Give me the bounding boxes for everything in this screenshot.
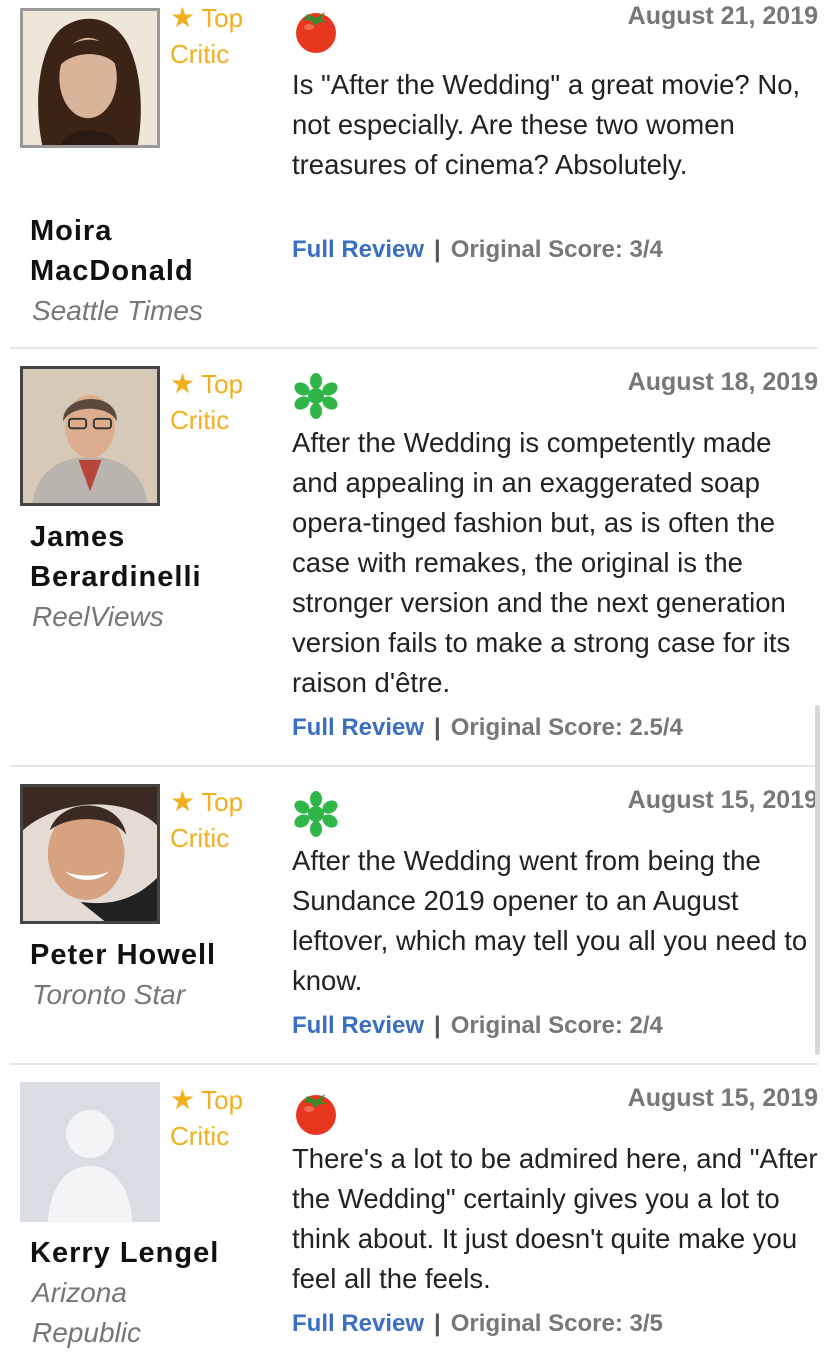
link-separator: | [434,1012,441,1039]
publication-name[interactable]: Seattle Times [32,291,203,331]
link-separator: | [434,714,441,741]
full-review-link[interactable]: Full Review [292,1310,424,1337]
full-review-link[interactable]: Full Review [292,714,424,741]
critic-avatar[interactable] [20,8,160,148]
review-quote: Is "After the Wedding" a great movie? No… [292,69,801,180]
original-score: Original Score: 2/4 [450,1012,663,1039]
publication-line: ReelViews [32,601,164,632]
publication-line: Seattle Times [32,295,203,326]
review-links: Full Review | Original Score: 3/4 [292,236,663,264]
review-divider [10,765,818,767]
link-separator: | [434,236,441,263]
critic-name[interactable]: Peter Howell [30,935,216,975]
critic-name-line: MacDonald [30,255,194,287]
publication-line: Toronto Star [32,979,186,1010]
full-review-link[interactable]: Full Review [292,236,424,263]
review-links: Full Review | Original Score: 3/5 [292,1310,663,1338]
critic-name-line: Peter Howell [30,939,217,971]
scrollbar[interactable] [815,705,820,1055]
review-quote: After the Wedding went from being the Su… [292,845,808,996]
critic-avatar[interactable] [20,784,160,924]
review-card: ★ Top Critic James Berardinelli ReelViews… [10,366,818,764]
top-critic-label: Critic [170,1121,230,1151]
publication-name[interactable]: Toronto Star [32,975,185,1015]
star-icon: ★ [170,368,196,399]
top-critic-badge: ★ Top Critic [170,1082,260,1154]
fresh-tomato-icon [296,12,336,53]
link-separator: | [434,1310,441,1337]
star-icon: ★ [170,2,196,33]
critic-name-line: James [30,521,126,553]
review-card: ★ Top Critic Kerry Lengel Arizona Republi… [10,1082,818,1361]
default-avatar-icon [20,1082,160,1222]
review-date: August 15, 2019 [627,786,818,814]
review-links: Full Review | Original Score: 2/4 [292,1012,663,1040]
rotten-splat-icon [294,373,338,419]
review-date: August 21, 2019 [627,2,818,30]
review-card: ★ Top Critic Moira MacDonald Seattle Time… [10,0,818,346]
publication-name[interactable]: Arizona Republic [32,1273,141,1353]
rotten-splat-icon [294,791,338,837]
review-card: ★ Top Critic Peter Howell Toronto Star Au… [10,784,818,1062]
original-score: Original Score: 2.5/4 [450,714,683,741]
top-critic-badge: ★ Top Critic [170,784,260,856]
review-divider [10,1063,818,1065]
critic-photo-icon [23,11,157,145]
top-critic-label: Critic [170,39,230,69]
critic-name[interactable]: Kerry Lengel [30,1233,219,1273]
review-links: Full Review | Original Score: 2.5/4 [292,714,683,742]
critic-name-line: Kerry Lengel [30,1237,220,1269]
top-critic-badge: ★ Top Critic [170,0,260,72]
top-critic-label: Top [201,1085,244,1115]
top-critic-badge: ★ Top Critic [170,366,260,438]
review-date: August 18, 2019 [627,368,818,396]
critic-name-line: Moira [30,215,113,247]
top-critic-label: Critic [170,405,230,435]
star-icon: ★ [170,1084,196,1115]
review-quote: There's a lot to be admired here, and "A… [292,1143,818,1294]
top-critic-label: Critic [170,823,230,853]
original-score: Original Score: 3/4 [450,236,663,263]
publication-line: Arizona [32,1277,127,1308]
critic-photo-icon [23,369,157,503]
top-critic-label: Top [201,369,244,399]
critic-avatar[interactable] [20,1082,160,1222]
full-review-link[interactable]: Full Review [292,1012,424,1039]
top-critic-label: Top [201,3,244,33]
publication-line: Republic [32,1317,141,1348]
critic-photo-icon [23,787,157,921]
original-score: Original Score: 3/5 [450,1310,663,1337]
review-date: August 15, 2019 [627,1084,818,1112]
fresh-tomato-icon [296,1094,336,1135]
review-divider [10,347,818,349]
critic-name-line: Berardinelli [30,561,202,593]
critic-name[interactable]: James Berardinelli [30,517,202,597]
top-critic-label: Top [201,787,244,817]
critic-avatar[interactable] [20,366,160,506]
critic-name[interactable]: Moira MacDonald [30,211,194,291]
star-icon: ★ [170,786,196,817]
publication-name[interactable]: ReelViews [32,597,164,637]
review-quote: After the Wedding is competently made an… [292,427,791,698]
